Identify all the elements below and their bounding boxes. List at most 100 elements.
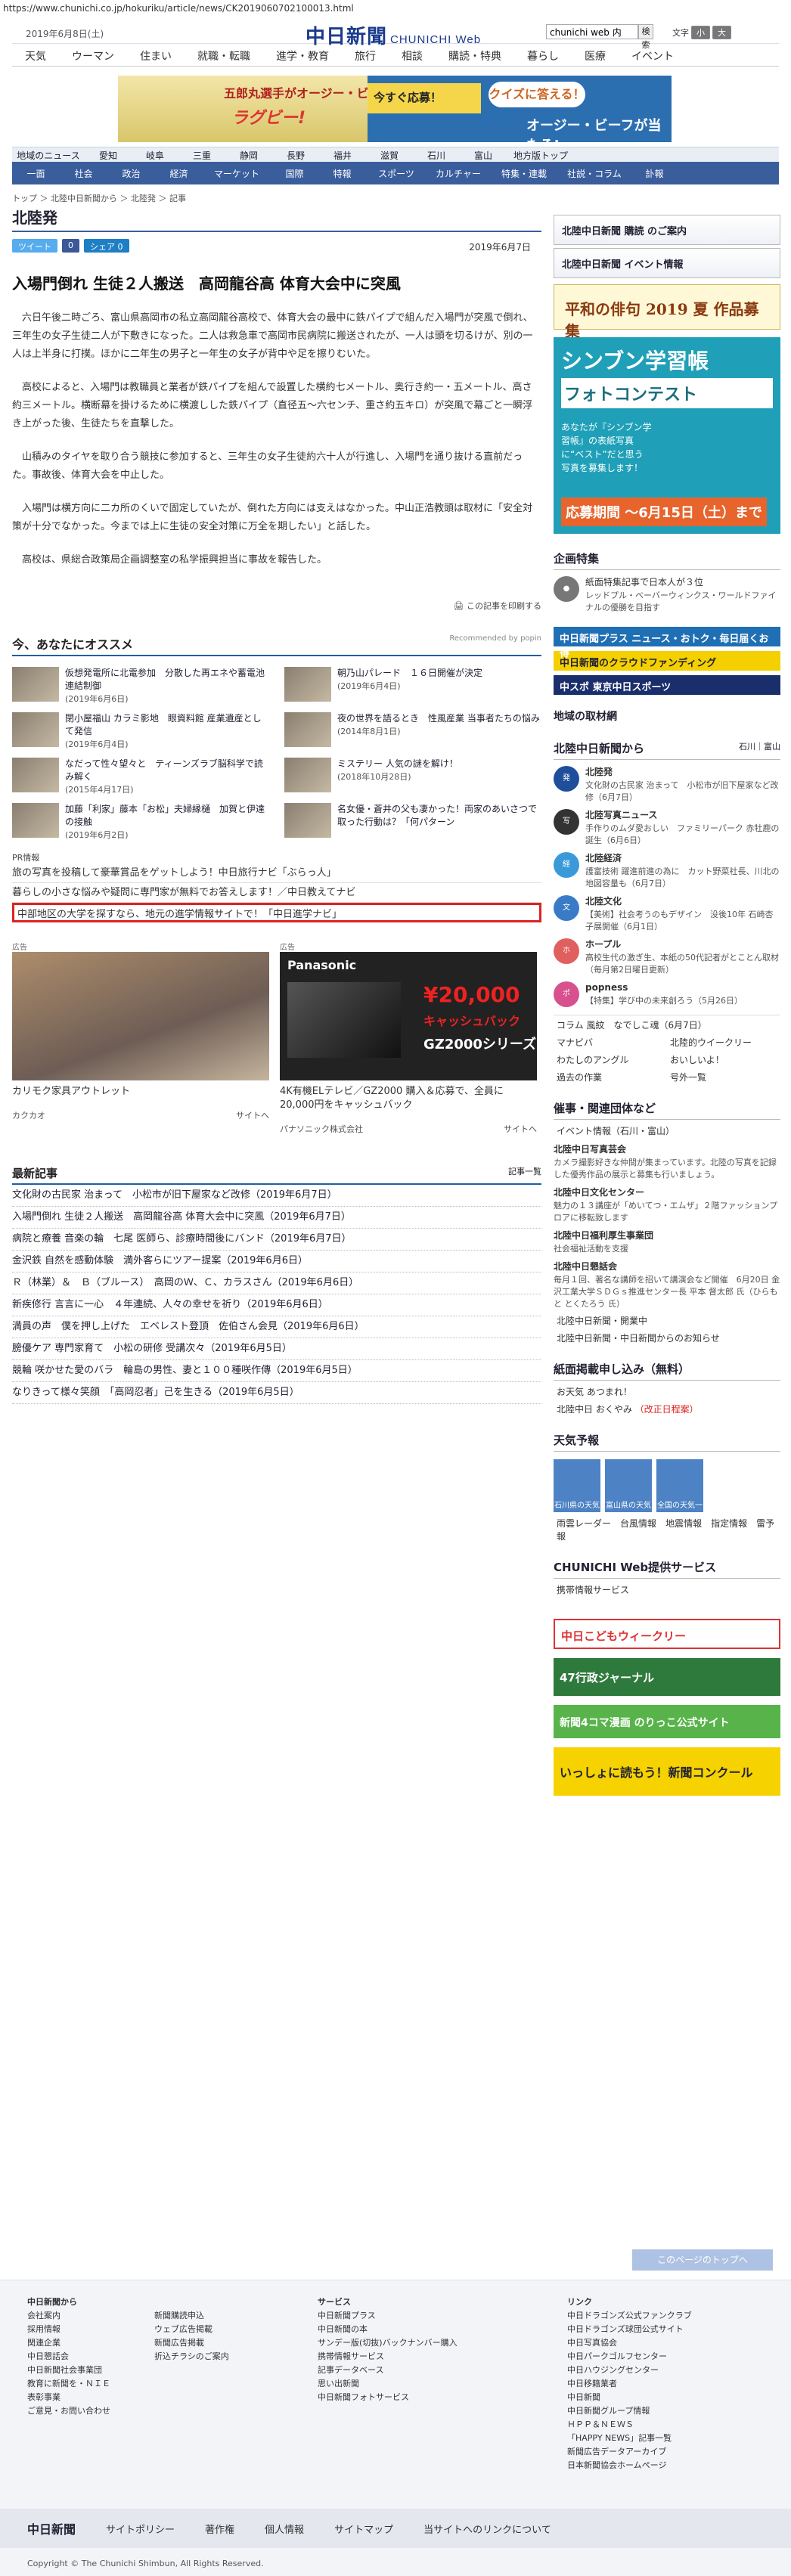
pr-link[interactable]: 暮らしの小さな悩みや疑問に専門家が無料でお答えします！／中日教えてナビ bbox=[12, 883, 541, 903]
nav-item[interactable]: 天気 bbox=[12, 44, 59, 66]
footer-link[interactable]: 会社案内 bbox=[27, 2309, 110, 2323]
haiku-banner[interactable]: 平和の俳句 2019 夏 作品募集 bbox=[554, 284, 780, 340]
top-banner-ad[interactable]: 五郎丸選手がオージー・ビーフ ラグビー! 今すぐ応募！ クイズに答える！ オージ… bbox=[118, 76, 672, 142]
nav-item[interactable]: 就職・転職 bbox=[185, 44, 263, 66]
section-item[interactable]: 経済 bbox=[155, 162, 203, 184]
from-item[interactable]: 文北陸文化 【美術】社会考うのもデザイン 没後10年 石崎杏子展開催（6月1日） bbox=[554, 895, 780, 932]
footer-link[interactable]: 日本新聞協会ホームページ bbox=[567, 2459, 692, 2472]
latest-item[interactable]: 金沢鉄 自然を感動体験 満外客らにツアー提案（2019年6月6日） bbox=[12, 1251, 541, 1273]
recommend-item[interactable]: 閉小屋福山 カラミ影地 眼資料館 産業遺産として発信 (2019年6月4日) bbox=[12, 712, 269, 749]
region-item[interactable]: 静岡 bbox=[225, 147, 272, 162]
weather-link[interactable]: 指定情報 bbox=[711, 1518, 747, 1529]
footer-link[interactable]: 表彰事業 bbox=[27, 2391, 110, 2404]
ad-apply-button[interactable]: 今すぐ応募！ bbox=[368, 83, 481, 113]
footer-link[interactable]: 中日懇話会 bbox=[27, 2350, 110, 2364]
section-item[interactable]: カルチャー bbox=[427, 162, 490, 184]
to-top-button[interactable]: このページのトップへ bbox=[632, 2249, 773, 2271]
event-item[interactable]: 北陸中日写真芸会 カメラ撮影好きな仲間が集まっています。北陸の写真を記録した優秀作… bbox=[554, 1143, 780, 1180]
latest-item[interactable]: 満員の声 僕を押し上げた エベレスト登頂 佐伯さん会見（2019年6月6日） bbox=[12, 1316, 541, 1338]
facebook-button[interactable]: 0 bbox=[62, 239, 79, 253]
footer-link[interactable]: サンデー版(切抜)バックナンバー購入 bbox=[318, 2336, 458, 2350]
nav-item[interactable]: ウーマン bbox=[59, 44, 127, 66]
chuspo-banner[interactable]: 中スポ 東京中日スポーツ bbox=[554, 675, 780, 695]
latest-item[interactable]: 膀優ケア 専門家育て 小松の研修 受講次々（2019年6月5日） bbox=[12, 1338, 541, 1360]
latest-item[interactable]: Ｒ（林業）＆ Ｂ（ブルース） 高岡のＷ、Ｃ、カラスさん（2019年6月6日） bbox=[12, 1273, 541, 1294]
nav-item[interactable]: 医療 bbox=[572, 44, 619, 66]
footer-link[interactable]: ご意見・お問い合わせ bbox=[27, 2404, 110, 2418]
footer-link[interactable]: 携帯情報サービス bbox=[318, 2350, 458, 2364]
recommend-item[interactable]: 朝乃山パレード １６日開催が決定 (2019年6月4日) bbox=[284, 667, 541, 702]
footer-link[interactable]: 中日新聞プラス bbox=[318, 2309, 458, 2323]
notice-link[interactable]: 北陸中日 おくやみ （改正日程案） bbox=[554, 1403, 780, 1415]
footer-link[interactable]: 中日移籍業者 bbox=[567, 2377, 692, 2391]
footer-link[interactable]: 「HAPPY NEWS」記事一覧 bbox=[567, 2432, 692, 2445]
search-input[interactable] bbox=[546, 24, 638, 39]
ad-quiz-button[interactable]: クイズに答える！ bbox=[489, 82, 585, 107]
region-item[interactable]: 愛知 bbox=[85, 147, 132, 162]
ad-caption[interactable]: 4K有機ELテレビ／GZ2000 購入＆応募で、全員に20,000円をキャッシュ… bbox=[280, 1085, 537, 1112]
article-list-link[interactable]: 記事一覧 bbox=[508, 1165, 541, 1181]
pr-link-highlighted[interactable]: 中部地区の大学を探すなら、地元の進学情報サイトで！「中日進学ナビ」 bbox=[12, 903, 541, 922]
section-item[interactable]: 社説・コラム bbox=[558, 162, 631, 184]
weather-link[interactable]: 台風情報 bbox=[620, 1518, 656, 1529]
search-button[interactable]: 検索 bbox=[638, 24, 653, 50]
ad-caption[interactable]: カリモク家具アウトレット bbox=[12, 1085, 269, 1099]
event-item[interactable]: 北陸中日福利厚生事業団 社会福祉活動を支援 bbox=[554, 1229, 780, 1254]
mobile-service-link[interactable]: 携帯情報サービス bbox=[554, 1583, 780, 1596]
column-link[interactable]: コラム 風紋 なでしこ魂（6月7日） bbox=[554, 1015, 780, 1031]
site-logo[interactable]: 中日新聞 CHUNICHI Web bbox=[306, 21, 481, 49]
event-item[interactable]: 北陸中日文化センター 魅力の１３講座が「めいてつ・エムザ」２階ファッションプロアに… bbox=[554, 1186, 780, 1223]
event-item[interactable]: 北陸中日懇話会 毎月１回、著名な講師を招いて講演会など開催 6月20日 金沢工業大… bbox=[554, 1260, 780, 1310]
link[interactable]: おいしいよ！ bbox=[670, 1055, 724, 1065]
footer-link[interactable]: ウェブ広告掲載 bbox=[154, 2323, 229, 2336]
footer-link[interactable]: 折込チラシのご案内 bbox=[154, 2350, 229, 2364]
from-tabs[interactable]: 石川｜富山 bbox=[739, 740, 780, 752]
region-item[interactable]: 富山 bbox=[460, 147, 507, 162]
nav-item[interactable]: イベント bbox=[619, 44, 687, 66]
latest-item[interactable]: 文化財の古民家 治まって 小松市が旧下屋家など改修（2019年6月7日） bbox=[12, 1185, 541, 1207]
link[interactable]: わたしのアングル bbox=[557, 1053, 670, 1066]
gyosei-journal-banner[interactable]: 47行政ジャーナル bbox=[554, 1658, 780, 1696]
region-network-link[interactable]: 地域の取材網 bbox=[554, 708, 780, 724]
from-item[interactable]: ポ popness 【特集】学び中の未来創ろう（5月26日） bbox=[554, 981, 780, 1007]
ad-site-link[interactable]: サイトへ bbox=[236, 1109, 269, 1121]
weather-national[interactable]: 全国の天気一覧 bbox=[656, 1459, 703, 1521]
region-item[interactable]: 福井 bbox=[319, 147, 366, 162]
subscribe-button[interactable]: 北陸中日新聞 購読 のご案内 bbox=[554, 215, 780, 245]
pr-link[interactable]: 旅の写真を投稿して豪華賞品をゲットしよう！中日旅行ナビ「ぶらっ人」 bbox=[12, 863, 541, 883]
latest-item[interactable]: なりきって様々笑顔 「高岡忍者」己を生きる（2019年6月5日） bbox=[12, 1382, 541, 1404]
from-item[interactable]: ホホープル 高校生代の激ぎ生、本紙の50代記者がとことん取材（毎月第2日曜日更新） bbox=[554, 938, 780, 975]
footer-link[interactable]: 関連企業 bbox=[27, 2336, 110, 2350]
newspaper-contest-banner[interactable]: いっしょに読もう！新聞コンクール bbox=[554, 1747, 780, 1796]
region-item[interactable]: 滋賀 bbox=[366, 147, 413, 162]
footer-logo[interactable]: 中日新聞 bbox=[27, 2519, 76, 2537]
footer-link[interactable]: 中日新聞 bbox=[567, 2391, 692, 2404]
link[interactable]: マナビバ bbox=[557, 1036, 670, 1049]
footer-link[interactable]: 思い出新聞 bbox=[318, 2377, 458, 2391]
popin-credit[interactable]: Recommended by popin bbox=[449, 634, 541, 653]
region-item[interactable]: 長野 bbox=[272, 147, 319, 162]
notice-link[interactable]: お天気 あつまれ！ bbox=[554, 1385, 780, 1398]
footer-link[interactable]: 中日ドラゴンズ公式ファンクラブ bbox=[567, 2309, 692, 2323]
footer-bar-link[interactable]: 当サイトへのリンクについて bbox=[423, 2522, 551, 2536]
footer-link[interactable]: 中日写真協会 bbox=[567, 2336, 692, 2350]
section-item[interactable]: 訃報 bbox=[631, 162, 678, 184]
region-item[interactable]: 石川 bbox=[413, 147, 460, 162]
footer-link[interactable]: 中日ドラゴンズ球団公式サイト bbox=[567, 2323, 692, 2336]
from-item[interactable]: 経北陸経済 護富技術 躍進前進の為に カット野菜社長、川北の地図容量も（6月7日） bbox=[554, 852, 780, 889]
chunichi-plus-banner[interactable]: 中日新聞プラス ニュース・おトク・毎日届くお得 bbox=[554, 627, 780, 659]
region-item[interactable]: 岐阜 bbox=[132, 147, 178, 162]
recommend-item[interactable]: 夜の世界を語るとき 性風産業 当事者たちの悩み (2014年8月1日) bbox=[284, 712, 541, 747]
recommend-item[interactable]: 名女優・蒼井の父も凄かった！両家のあいさつで取った行動は？「何パターン bbox=[284, 803, 541, 838]
ad-panasonic[interactable]: 広告 Panasonic ¥20,000 キャッシュバック GZ2000シリーズ… bbox=[280, 941, 537, 1135]
section-item[interactable]: スポーツ bbox=[366, 162, 427, 184]
region-item[interactable]: 三重 bbox=[178, 147, 225, 162]
noricco-banner[interactable]: 新聞4コマ漫画 のりっこ公式サイト bbox=[554, 1705, 780, 1738]
section-item[interactable]: 政治 bbox=[107, 162, 155, 184]
footer-link[interactable]: 新聞広告掲載 bbox=[154, 2336, 229, 2350]
weather-link[interactable]: 雨雲レーダー bbox=[557, 1518, 611, 1529]
ad-image[interactable]: Panasonic ¥20,000 キャッシュバック GZ2000シリーズ bbox=[280, 952, 537, 1080]
footer-link[interactable]: 中日新聞の本 bbox=[318, 2323, 458, 2336]
footer-bar-link[interactable]: サイトマップ bbox=[334, 2522, 393, 2536]
font-large-button[interactable]: 大 bbox=[712, 26, 731, 39]
